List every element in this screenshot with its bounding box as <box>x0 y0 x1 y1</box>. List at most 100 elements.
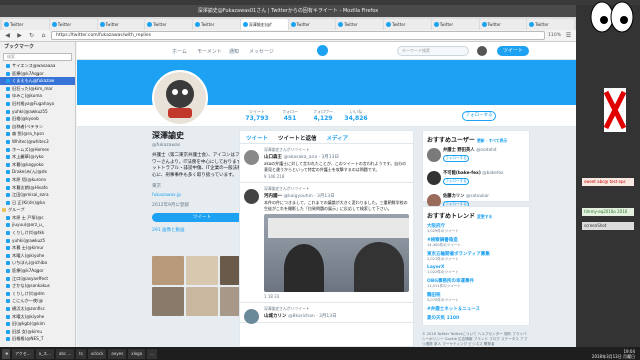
tweet-author[interactable]: 河内國一 @kaigyouhin · 3月13日 <box>264 193 409 199</box>
bookmark-item[interactable]: 木暮(@kogyoko <box>0 161 75 169</box>
nav-notifications[interactable]: 通知 <box>229 48 239 55</box>
taskbar-item[interactable]: xlogo <box>128 348 146 359</box>
bookmark-item[interactable]: 木曜人(@kiyohe <box>0 252 75 260</box>
tweet[interactable]: 深澤諭史さんがリツイート 河内國一 @kaigyouhin · 3月13日 本件… <box>240 183 413 303</box>
tweet-avatar[interactable] <box>244 309 259 324</box>
follow-button[interactable]: フォローする <box>443 155 469 162</box>
bookmark-item[interactable]: 旧狂った(@kim_mar <box>0 85 75 93</box>
avatar[interactable] <box>152 70 208 126</box>
media-thumb[interactable] <box>186 287 218 316</box>
tab[interactable]: Twitter <box>336 19 383 30</box>
bookmark-item[interactable]: jiuyuu(@orz_u_ <box>0 221 75 229</box>
media-thumb[interactable] <box>152 287 184 316</box>
tab[interactable]: Twitter <box>527 19 574 30</box>
bookmark-folder[interactable]: グループ <box>0 206 75 214</box>
taskbar-item[interactable]: ts <box>76 348 86 359</box>
bookmark-item[interactable]: 木上麗華(@ryko <box>0 153 75 161</box>
bookmark-item[interactable]: 江口(@asyaeffect <box>0 275 75 283</box>
twitter-logo-icon[interactable] <box>317 45 328 56</box>
bookmark-item[interactable]: 木暮 士(@kimur <box>0 244 75 252</box>
tweet-author[interactable]: 山口森王 @akasaka_ana · 3月13日 <box>264 154 409 160</box>
taskbar-item[interactable]: a_ス... <box>35 348 54 359</box>
tab-tweets-replies[interactable]: ツイートと返信 <box>278 134 317 142</box>
menu-icon[interactable]: ☰ <box>564 31 573 40</box>
bookmark-item[interactable]: 木暮志朗(@Hisafo <box>0 184 75 192</box>
taskbar-item[interactable]: abc ... <box>55 348 75 359</box>
bookmark-item[interactable]: さかな(@sankakus <box>0 282 75 290</box>
media-count-link[interactable]: 291 画像と動画 <box>152 227 252 233</box>
bookmark-item[interactable]: 旧(@kgb)(@kim <box>0 320 75 328</box>
bookmark-item[interactable]: こにんか一夜(@ <box>0 297 75 305</box>
tweet-avatar[interactable] <box>244 150 259 165</box>
bookmark-item[interactable]: 旧部 女(@kimu <box>0 328 75 336</box>
tab[interactable]: Twitter <box>2 19 49 30</box>
bookmark-search-input[interactable]: 検索 <box>3 53 72 61</box>
bookmark-item[interactable]: 旧格(@kyonb <box>0 115 75 123</box>
bookmark-item[interactable]: くりしけ(t)@dm <box>0 290 75 298</box>
bookmark-item[interactable]: 横浜太(@zonfisc <box>0 305 75 313</box>
trend-item[interactable]: #弁護士ネット＆ニュース <box>427 306 525 312</box>
stat-followers[interactable]: フォロワー 4,129 <box>308 109 338 122</box>
tab[interactable]: Twitter <box>288 19 336 30</box>
bookmark-item[interactable]: Drake(み(ん)@dx <box>0 168 75 176</box>
forward-icon[interactable]: ▶ <box>15 31 24 40</box>
profile-link[interactable]: fukazawas.jp <box>152 193 252 198</box>
follow-button[interactable]: フォローする <box>462 111 496 121</box>
tweet-actions[interactable]: 1 18 33 <box>264 294 409 299</box>
tab[interactable]: Twitter <box>49 19 97 30</box>
tab[interactable]: Twitter <box>479 19 527 30</box>
nav-home[interactable]: ホーム <box>172 48 187 55</box>
bookmark-item[interactable]: ホームズ(@Homes <box>0 146 75 154</box>
bookmark-item[interactable]: yuhki(@awkuz55 <box>0 108 75 116</box>
bookmark-item[interactable]: くまえもん@fukazaw <box>0 77 75 85</box>
taskbar-item[interactable]: xclock <box>87 348 107 359</box>
bookmark-item[interactable]: 旧村格ya@Fugahaya <box>0 100 75 108</box>
right-panel-item[interactable]: screenShot <box>582 222 634 230</box>
bookmark-item[interactable]: 江田(@misai_ezra <box>0 191 75 199</box>
tab[interactable]: Twitter <box>193 19 240 30</box>
bookmark-item[interactable]: yuhki(@awkuz5 <box>0 237 75 245</box>
profile-tweet-button[interactable]: ツイート <box>152 213 252 222</box>
bookmark-item[interactable]: ゆみこ(@kuma <box>0 92 75 100</box>
tweet-avatar[interactable] <box>244 189 259 204</box>
stat-tweets[interactable]: ツイート 73,793 <box>242 109 272 122</box>
reload-icon[interactable]: ↻ <box>27 31 36 40</box>
tab[interactable]: Twitter <box>145 19 192 30</box>
bookmark-item[interactable]: いちぼん(@ichiba <box>0 259 75 267</box>
bookmark-item[interactable]: 木原 士 戸塚(@c <box>0 214 75 222</box>
stat-following[interactable]: フォロー 451 <box>275 109 305 122</box>
url-bar[interactable]: https://twitter.com/fukazawas/with_repli… <box>51 31 546 40</box>
nav-moments[interactable]: モーメント <box>197 48 222 55</box>
right-panel-item[interactable]: sweet abc@ test eps <box>582 178 634 186</box>
trend-item[interactable]: 東京五輪開催ボランティア募集 2,021件のツイート <box>427 251 525 262</box>
trend-item[interactable]: OBG事務所の幸運事件 11,011件のツイート <box>427 278 525 289</box>
tab[interactable]: Twitter <box>431 19 479 30</box>
tweet-author[interactable]: 山城カリン @8karichan · 3月13日 <box>264 313 409 319</box>
bookmark-item[interactable]: Whitec(@whitec3 <box>0 138 75 146</box>
back-icon[interactable]: ◀ <box>3 31 12 40</box>
trend-item[interactable]: 大阪府庁 1,029件のツイート <box>427 223 525 234</box>
trend-item[interactable]: 鶴田税 5,070件のツイート <box>427 292 525 303</box>
suggested-user[interactable]: 弁護士 野田英人 @nodahd フォローする <box>427 147 525 167</box>
trend-item[interactable]: LayerX 1,022件のツイート <box>427 265 525 275</box>
trend-item[interactable]: #検察調書偽造 14,400件のツイート <box>427 237 525 248</box>
bookmark-item[interactable]: サイエンス@wasaaaa <box>0 62 75 70</box>
tab-media[interactable]: メディア <box>327 134 349 142</box>
bookmark-item[interactable]: 医療(@k7Aqgor <box>0 70 75 78</box>
bookmark-item[interactable]: 木原 悟(@kuronn <box>0 176 75 184</box>
follow-button[interactable]: フォローする <box>443 178 469 185</box>
bookmark-item[interactable]: くりしけ(t)@tkk <box>0 229 75 237</box>
bookmark-item[interactable]: 旧格格(@NES_T <box>0 335 75 343</box>
media-thumb[interactable] <box>186 256 218 285</box>
stat-likes[interactable]: いいね 34,826 <box>341 109 371 122</box>
start-menu-icon[interactable]: ❖ <box>2 348 10 359</box>
clock[interactable]: 19:04 2018年3月13日 月曜日 <box>592 349 638 359</box>
tweet[interactable]: 深澤諭史さんがリツイート 山城カリン @8karichan · 3月13日 <box>240 303 413 324</box>
bookmark-item[interactable]: 医療(@k7Aqgor <box>0 267 75 275</box>
tab[interactable]: Twitter <box>384 19 431 30</box>
media-thumb[interactable] <box>152 256 184 285</box>
tweet[interactable]: 深澤諭史さんがリツイート 山口森王 @akasaka_ana · 3月13日 a… <box>240 144 413 183</box>
profile-avatar-icon[interactable] <box>477 46 487 56</box>
suggested-user[interactable]: 不可能(bake-fex) @bakefex フォローする <box>427 170 525 190</box>
taskbar-item[interactable]: アクセ... <box>12 348 34 359</box>
